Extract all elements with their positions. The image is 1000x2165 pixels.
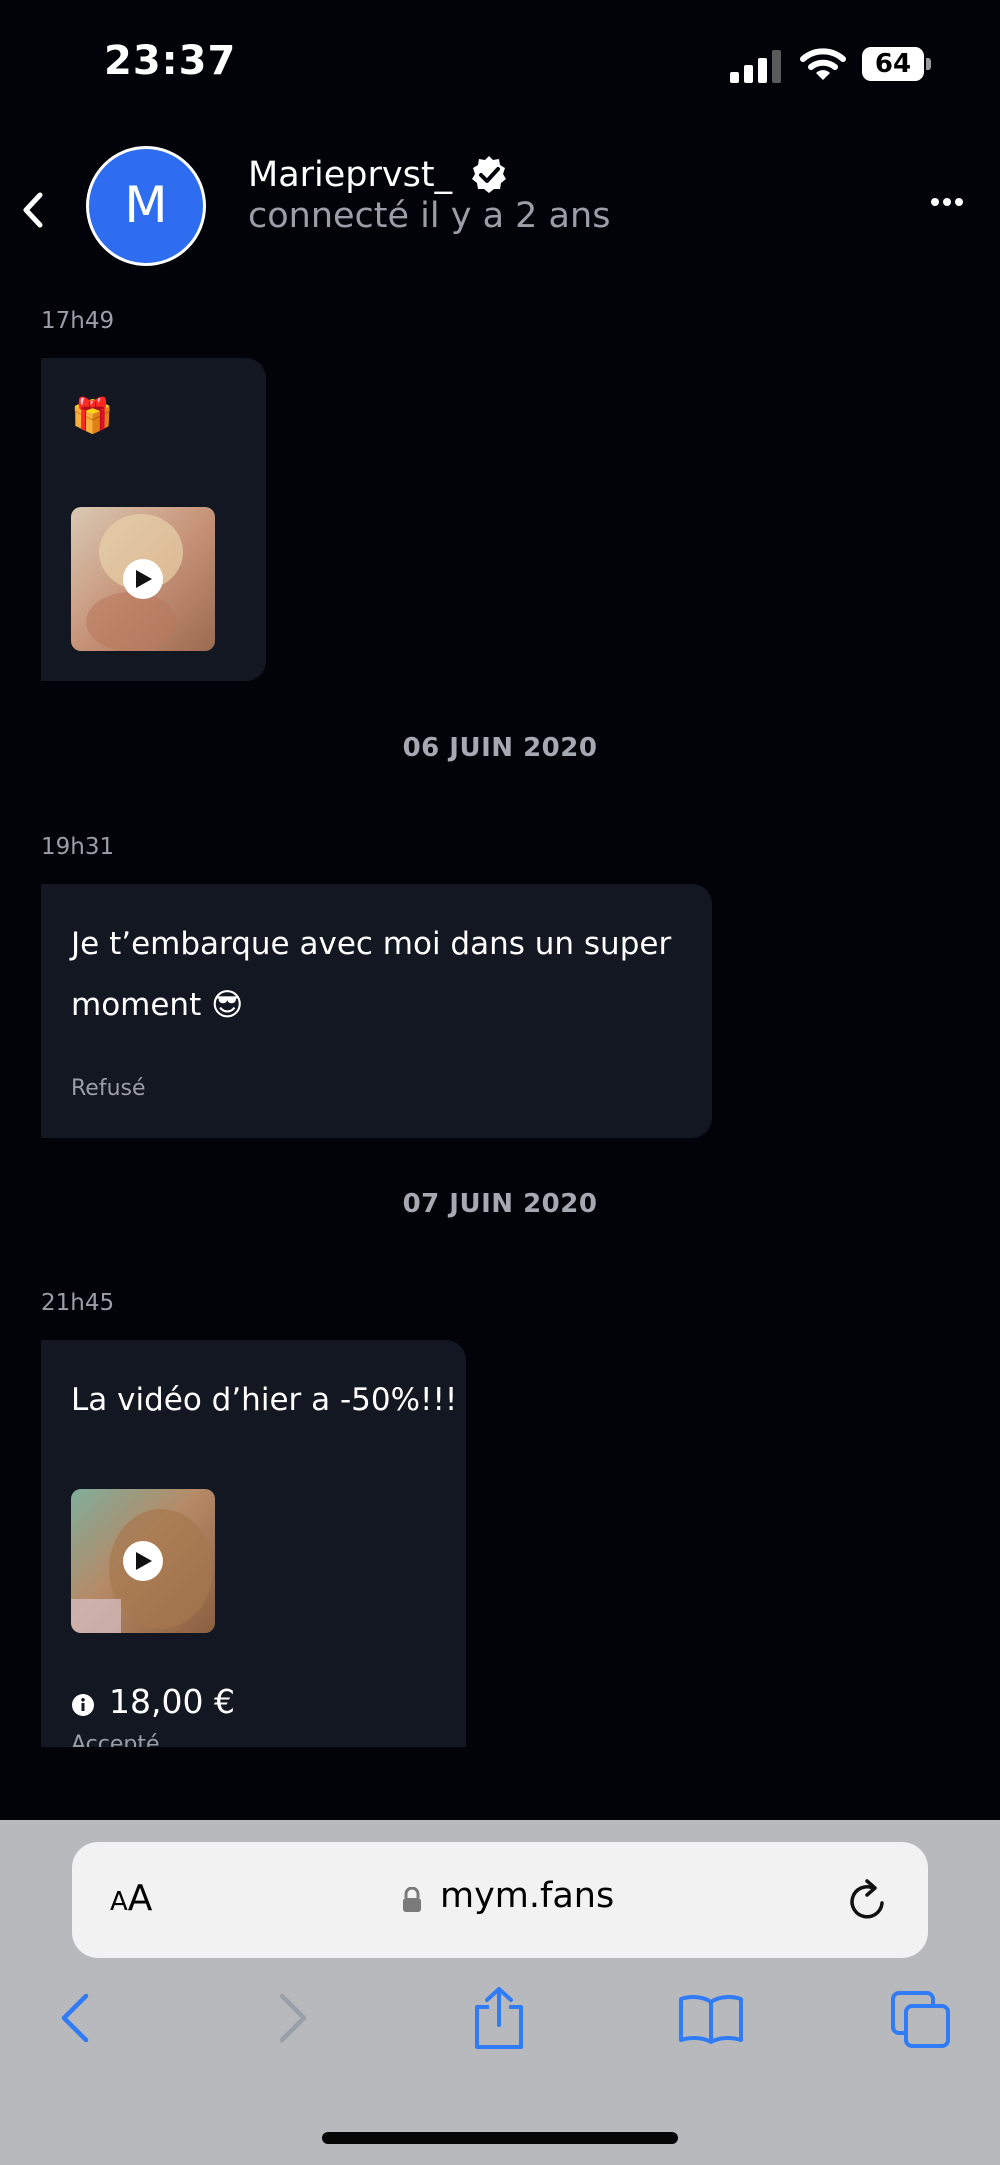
tabs-icon[interactable] xyxy=(890,1990,952,2050)
message-bubble: 🎁 xyxy=(41,358,266,681)
message-status: Accepté xyxy=(71,1732,160,1747)
info-icon xyxy=(72,1694,94,1716)
reload-icon[interactable] xyxy=(848,1876,890,1922)
cellular-signal-icon xyxy=(730,50,781,83)
date-separator: 07 JUIN 2020 xyxy=(402,1189,598,1219)
message-text: La vidéo d’hier a -50%!!! xyxy=(71,1382,458,1418)
username: Marieprvst_ xyxy=(248,155,453,195)
message-time: 21h45 xyxy=(41,1290,115,1316)
message-time: 17h49 xyxy=(41,308,115,334)
message-text-line: moment 😎 xyxy=(71,987,244,1023)
message-text-line: Je t’embarque avec moi dans un super xyxy=(71,926,672,962)
video-thumbnail[interactable] xyxy=(71,507,215,651)
avatar[interactable]: M xyxy=(86,146,206,266)
status-time: 23:37 xyxy=(104,38,237,84)
message-time: 19h31 xyxy=(41,834,115,860)
message-price: 18,00 € xyxy=(109,1682,235,1721)
back-chevron-icon[interactable] xyxy=(18,190,48,230)
video-thumbnail[interactable] xyxy=(71,1489,215,1633)
verified-badge-icon xyxy=(472,156,507,193)
reader-aa-button[interactable]: AA xyxy=(110,1878,152,1919)
more-icon[interactable] xyxy=(930,196,964,208)
bookmarks-icon[interactable] xyxy=(678,1994,744,2044)
play-icon[interactable] xyxy=(123,559,163,599)
battery-level: 64 xyxy=(874,49,912,79)
date-separator: 06 JUIN 2020 xyxy=(402,733,598,763)
home-indicator xyxy=(322,2132,678,2144)
message-bubble: Je t’embarque avec moi dans un super mom… xyxy=(41,884,712,1138)
username-row[interactable]: Marieprvst_ xyxy=(248,152,510,198)
message-status: Refusé xyxy=(71,1076,146,1101)
safari-back-icon[interactable] xyxy=(56,1990,96,2046)
message-bubble: La vidéo d’hier a -50%!!! 18,00 € Accept… xyxy=(41,1340,466,1747)
share-icon[interactable] xyxy=(470,1985,528,2051)
gift-emoji: 🎁 xyxy=(71,396,114,436)
last-seen-status: connecté il y a 2 ans xyxy=(248,196,611,236)
url-text[interactable]: mym.fans xyxy=(440,1876,614,1916)
lock-icon xyxy=(403,1887,421,1912)
safari-forward-icon[interactable] xyxy=(272,1990,312,2046)
battery-indicator: 64 xyxy=(862,47,932,83)
play-icon[interactable] xyxy=(123,1541,163,1581)
wifi-icon xyxy=(800,48,846,80)
